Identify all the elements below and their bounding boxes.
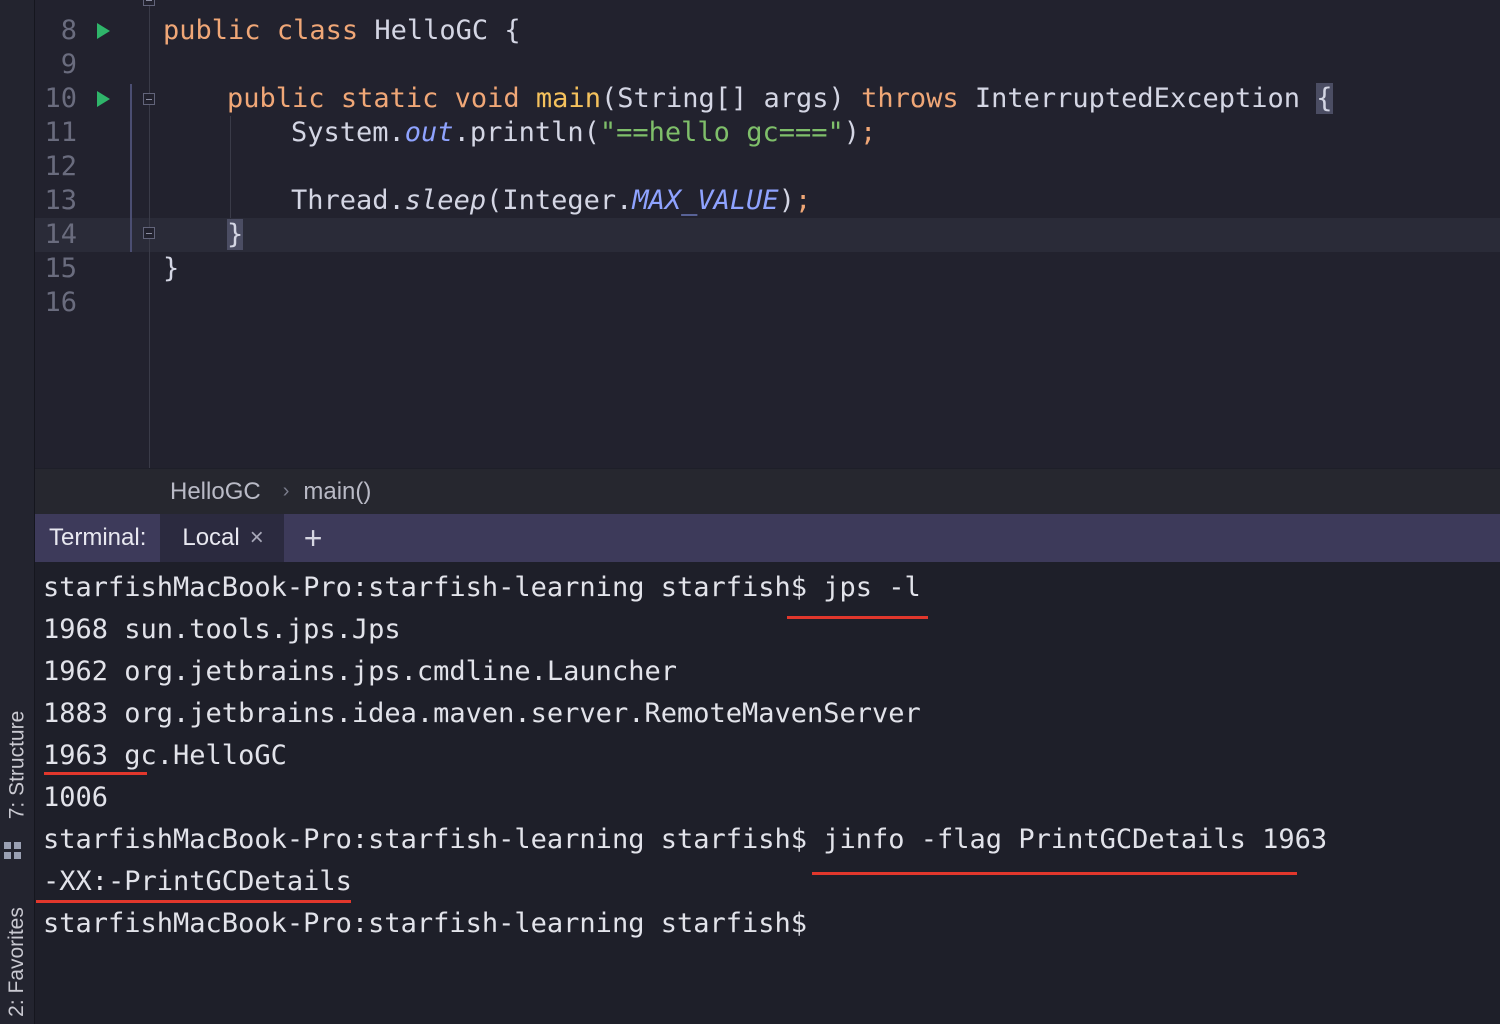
semicolon-token: ; bbox=[794, 185, 812, 216]
constant-token: MAX_VALUE bbox=[632, 185, 779, 216]
breadcrumb: HelloGC › main() bbox=[35, 469, 1500, 514]
line-number: 12 bbox=[44, 151, 77, 182]
code-line-10: public static void main(String[] args) t… bbox=[227, 82, 1333, 116]
fold-marker-icon[interactable] bbox=[143, 227, 155, 239]
annotation-underline bbox=[36, 900, 351, 903]
keyword-token: throws bbox=[861, 83, 959, 114]
line-number: 15 bbox=[44, 253, 77, 284]
class-ref-token: Thread. bbox=[291, 185, 405, 216]
line-number: 11 bbox=[44, 117, 77, 148]
favorites-tool-tab[interactable]: 2: Favorites bbox=[0, 900, 34, 1024]
terminal-line: starfishMacBook-Pro:starfish-learning st… bbox=[43, 572, 921, 603]
params-token: (String[] args) bbox=[600, 83, 845, 114]
fold-marker-icon[interactable] bbox=[143, 0, 155, 6]
structure-icon bbox=[4, 842, 22, 860]
class-ref-token: (Integer. bbox=[486, 185, 633, 216]
indent-guide bbox=[230, 116, 231, 218]
run-main-icon[interactable] bbox=[97, 91, 110, 107]
terminal-line: 1968 sun.tools.jps.Jps bbox=[43, 614, 401, 645]
brace-token: { bbox=[504, 15, 521, 46]
current-line-highlight bbox=[35, 218, 1500, 252]
line-number: 8 bbox=[60, 15, 77, 46]
terminal-line: starfishMacBook-Pro:starfish-learning st… bbox=[43, 824, 1328, 855]
annotation-underline bbox=[812, 872, 1297, 875]
string-literal-token: "==hello gc===" bbox=[599, 117, 844, 148]
terminal-tab-label: Local bbox=[182, 524, 240, 551]
terminal-tab-local[interactable]: Local × bbox=[160, 514, 284, 562]
line-number: 10 bbox=[44, 83, 77, 114]
close-icon[interactable]: × bbox=[250, 524, 264, 552]
line-number: 9 bbox=[60, 49, 77, 80]
exception-token: InterruptedException bbox=[974, 83, 1300, 114]
semicolon-token: ; bbox=[860, 117, 877, 148]
code-line-14: } bbox=[227, 218, 244, 252]
terminal-tab-bar: Terminal: Local × + bbox=[35, 514, 1500, 562]
breadcrumb-separator-icon: › bbox=[282, 480, 290, 502]
static-method-token: sleep bbox=[404, 185, 487, 216]
keyword-token: class bbox=[276, 15, 359, 46]
keyword-token: void bbox=[454, 83, 520, 114]
terminal-line: 1962 org.jetbrains.jps.cmdline.Launcher bbox=[43, 656, 677, 687]
annotation-underline bbox=[44, 772, 147, 775]
new-terminal-button[interactable]: + bbox=[284, 514, 343, 562]
breadcrumb-item-method[interactable]: main() bbox=[303, 478, 371, 506]
run-class-icon[interactable] bbox=[97, 23, 110, 39]
paren-token: ) bbox=[778, 185, 795, 216]
code-line-13: Thread.sleep(Integer.MAX_VALUE); bbox=[291, 184, 811, 218]
terminal-line: 1006 bbox=[43, 782, 109, 813]
method-name-token: main bbox=[535, 83, 601, 114]
line-number: 14 bbox=[44, 219, 77, 250]
annotation-underline bbox=[787, 616, 928, 619]
method-scope-bar bbox=[130, 84, 132, 252]
terminal-line: starfishMacBook-Pro:starfish-learning st… bbox=[43, 908, 808, 939]
fold-marker-icon[interactable] bbox=[143, 93, 155, 105]
code-line-8: public class HelloGC { bbox=[163, 14, 521, 48]
line-number: 13 bbox=[44, 185, 77, 216]
keyword-token: static bbox=[340, 83, 439, 114]
matched-brace-token: } bbox=[227, 219, 244, 250]
class-ref-token: System. bbox=[291, 117, 405, 148]
terminal-output[interactable]: starfishMacBook-Pro:starfish-learning st… bbox=[35, 562, 1500, 1024]
breadcrumb-item-class[interactable]: HelloGC bbox=[170, 478, 261, 506]
terminal-line: 1883 org.jetbrains.idea.maven.server.Rem… bbox=[43, 698, 921, 729]
keyword-token: public bbox=[227, 83, 325, 114]
code-editor[interactable]: 8 9 10 11 12 13 14 15 16 public class He… bbox=[35, 0, 1500, 468]
terminal-line: 1963 gc.HelloGC bbox=[43, 740, 287, 771]
left-tool-strip: 7: Structure 2: Favorites bbox=[0, 0, 35, 1024]
terminal-label: Terminal: bbox=[49, 524, 147, 551]
structure-tool-tab[interactable]: 7: Structure bbox=[0, 690, 34, 840]
favorites-tab-label: 2: Favorites bbox=[5, 907, 28, 1017]
code-line-15: } bbox=[163, 252, 179, 286]
field-token: out bbox=[404, 117, 454, 148]
keyword-token: public bbox=[163, 15, 261, 46]
brace-token: } bbox=[163, 253, 180, 284]
structure-tab-label: 7: Structure bbox=[5, 710, 28, 820]
code-line-11: System.out.println("==hello gc==="); bbox=[291, 116, 876, 150]
matched-brace-token: { bbox=[1316, 83, 1333, 114]
paren-token: ) bbox=[843, 117, 860, 148]
line-number: 16 bbox=[44, 287, 77, 318]
class-name-token: HelloGC bbox=[374, 15, 489, 46]
call-token: .println( bbox=[453, 117, 600, 148]
terminal-line: -XX:-PrintGCDetails bbox=[43, 866, 352, 897]
